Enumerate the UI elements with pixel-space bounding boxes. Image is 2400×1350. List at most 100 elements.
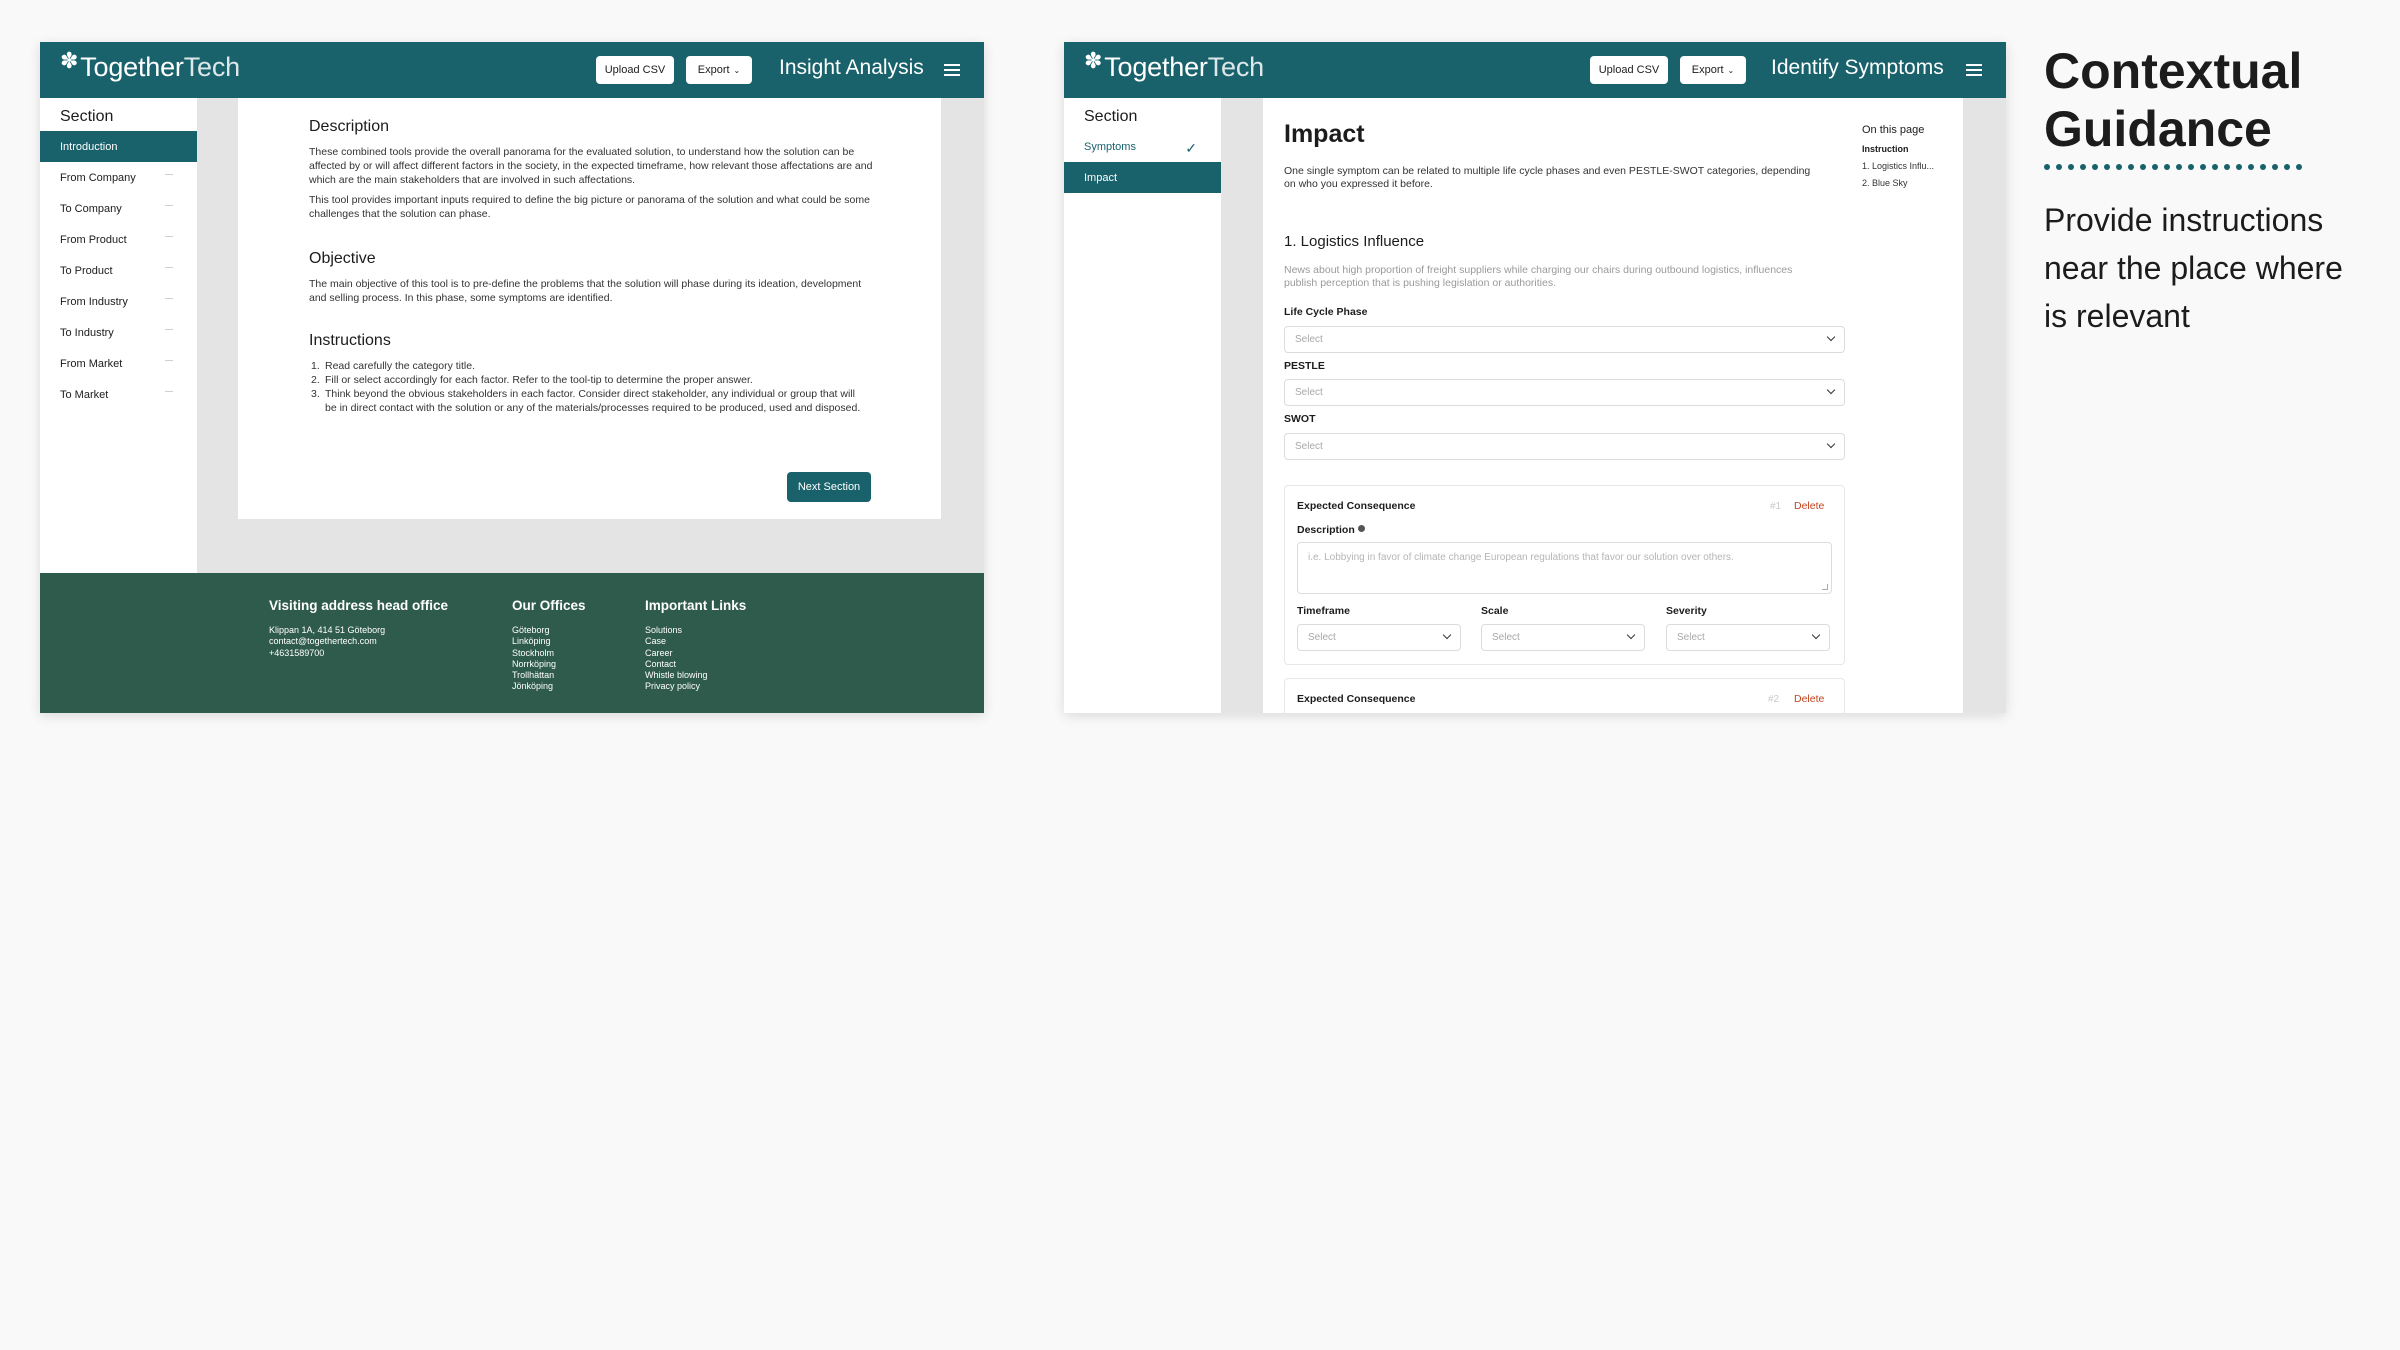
sidebar-item-label: Introduction (60, 140, 118, 153)
life-cycle-select[interactable]: Select (1284, 326, 1845, 353)
dash-icon (165, 236, 173, 237)
toc-item-blue-sky[interactable]: 2. Blue Sky (1862, 178, 1908, 188)
list-item: 3. Think beyond the obvious stakeholders … (311, 388, 861, 414)
resize-handle-icon[interactable] (1822, 584, 1828, 590)
footer-link[interactable]: Norrköping (512, 659, 586, 670)
sidebar-item-symptoms[interactable]: Symptoms ✓ (1064, 131, 1221, 162)
textarea-placeholder: i.e. Lobbying in favor of climate change… (1308, 552, 1734, 563)
delete-button[interactable]: Delete (1794, 500, 1824, 512)
logo-text-light: Tech (1207, 52, 1264, 82)
footer: Visiting address head office Klippan 1A,… (40, 573, 984, 713)
footer-link[interactable]: Case (645, 636, 746, 647)
chevron-down-icon: ⌄ (1727, 65, 1735, 75)
next-section-button[interactable]: Next Section (787, 472, 871, 502)
sidebar-item-to-industry[interactable]: To Industry (40, 317, 197, 348)
footer-link[interactable]: Whistle blowing (645, 670, 746, 681)
sidebar-item-label: Impact (1084, 171, 1118, 184)
chevron-down-icon (1442, 630, 1452, 640)
chevron-down-icon (1826, 385, 1836, 395)
gear-icon: ✽ (1084, 48, 1103, 73)
footer-link[interactable]: Jönköping (512, 681, 586, 692)
sidebar-item-introduction[interactable]: Introduction (40, 131, 197, 162)
objective-heading: Objective (309, 250, 376, 267)
upload-csv-button[interactable]: Upload CSV (596, 56, 674, 84)
dash-icon (165, 174, 173, 175)
scale-select[interactable]: Select (1481, 624, 1645, 651)
description-heading: Description (309, 118, 390, 135)
page-heading: Impact (1284, 120, 1365, 148)
menu-icon[interactable] (944, 64, 960, 76)
consequence-card: Expected Consequence #2 Delete (1284, 678, 1845, 713)
scale-label: Scale (1481, 605, 1509, 617)
select-placeholder: Select (1492, 632, 1520, 643)
sidebar-item-label: Symptoms (1084, 140, 1136, 153)
footer-title: Our Offices (512, 598, 586, 613)
dotted-divider (2044, 164, 2302, 170)
toc-item-logistics[interactable]: 1. Logistics Influ... (1862, 161, 1934, 171)
footer-title: Visiting address head office (269, 598, 449, 613)
timeframe-select[interactable]: Select (1297, 624, 1461, 651)
chevron-down-icon (1826, 332, 1836, 342)
dash-icon (165, 205, 173, 206)
sidebar-item-to-company[interactable]: To Company (40, 193, 197, 224)
page-title: Insight Analysis (779, 56, 924, 79)
logo[interactable]: ✽ Together Tech (60, 48, 240, 83)
upload-csv-button[interactable]: Upload CSV (1590, 56, 1668, 84)
severity-select[interactable]: Select (1666, 624, 1830, 651)
chevron-down-icon (1826, 439, 1836, 449)
sidebar-item-label: From Company (60, 171, 136, 184)
info-icon[interactable] (1357, 525, 1365, 532)
toc-item-instruction[interactable]: Instruction (1862, 144, 1909, 154)
sidebar-heading: Section (60, 108, 114, 125)
footer-email-link[interactable]: contact@togethertech.com (269, 636, 448, 647)
delete-button[interactable]: Delete (1794, 693, 1824, 705)
export-button[interactable]: Export ⌄ (686, 56, 752, 84)
guidance-body: Provide instructions near the place wher… (2044, 202, 2343, 334)
sidebar-item-to-market[interactable]: To Market (40, 379, 197, 410)
footer-link[interactable]: Stockholm (512, 648, 586, 659)
footer-link[interactable]: Trollhättan (512, 670, 586, 681)
export-button[interactable]: Export ⌄ (1680, 56, 1746, 84)
chevron-down-icon (1626, 630, 1636, 640)
footer-link[interactable]: Privacy policy (645, 681, 746, 692)
footer-visiting-address: Visiting address head office Klippan 1A,… (269, 598, 448, 659)
description-paragraph-1: These combined tools provide the overall… (309, 146, 873, 186)
export-label: Export (697, 64, 730, 76)
pestle-label: PESTLE (1284, 360, 1325, 372)
top-bar: ✽ Together Tech Upload CSV Export ⌄ Insi… (40, 42, 984, 98)
sidebar-item-impact[interactable]: Impact (1064, 162, 1221, 193)
footer-link[interactable]: Solutions (645, 625, 746, 636)
sidebar-item-from-product[interactable]: From Product (40, 224, 197, 255)
footer-link[interactable]: Career (645, 648, 746, 659)
footer-phone-link[interactable]: +4631589700 (269, 648, 448, 659)
content-panel: Description These combined tools provide… (238, 98, 941, 519)
life-cycle-label: Life Cycle Phase (1284, 306, 1368, 318)
sidebar-item-to-product[interactable]: To Product (40, 255, 197, 286)
swot-select[interactable]: Select (1284, 433, 1845, 460)
footer-link[interactable]: Linköping (512, 636, 586, 647)
sidebar-heading: Section (1084, 108, 1138, 125)
dash-icon (165, 298, 173, 299)
sidebar-item-from-company[interactable]: From Company (40, 162, 197, 193)
dash-icon (165, 267, 173, 268)
export-label: Export (1691, 64, 1724, 76)
menu-icon[interactable] (1966, 64, 1982, 76)
footer-link[interactable]: Contact (645, 659, 746, 670)
sidebar-item-from-industry[interactable]: From Industry (40, 286, 197, 317)
insight-analysis-screen: ✽ Together Tech Upload CSV Export ⌄ Insi… (40, 42, 984, 713)
list-item-text: Think beyond the obvious stakeholders in… (325, 388, 861, 414)
footer-title: Important Links (645, 598, 747, 613)
section-sidebar: Section Introduction From Company To Com… (40, 98, 197, 573)
consequence-number: #2 (1768, 694, 1780, 705)
list-item: 1. Read carefully the category title. (311, 360, 475, 372)
sidebar-item-label: To Market (60, 388, 109, 401)
footer-link[interactable]: Göteborg (512, 625, 586, 636)
sidebar-item-from-market[interactable]: From Market (40, 348, 197, 379)
logo[interactable]: ✽ Together Tech (1084, 48, 1264, 83)
sidebar-item-label: To Company (60, 202, 122, 215)
identify-symptoms-screen: ✽ Together Tech Upload CSV Export ⌄ Iden… (1064, 42, 2006, 713)
description-textarea[interactable]: i.e. Lobbying in favor of climate change… (1297, 542, 1832, 594)
consequence-title: Expected Consequence (1297, 693, 1416, 705)
pestle-select[interactable]: Select (1284, 379, 1845, 406)
page-title: Identify Symptoms (1771, 56, 1944, 79)
